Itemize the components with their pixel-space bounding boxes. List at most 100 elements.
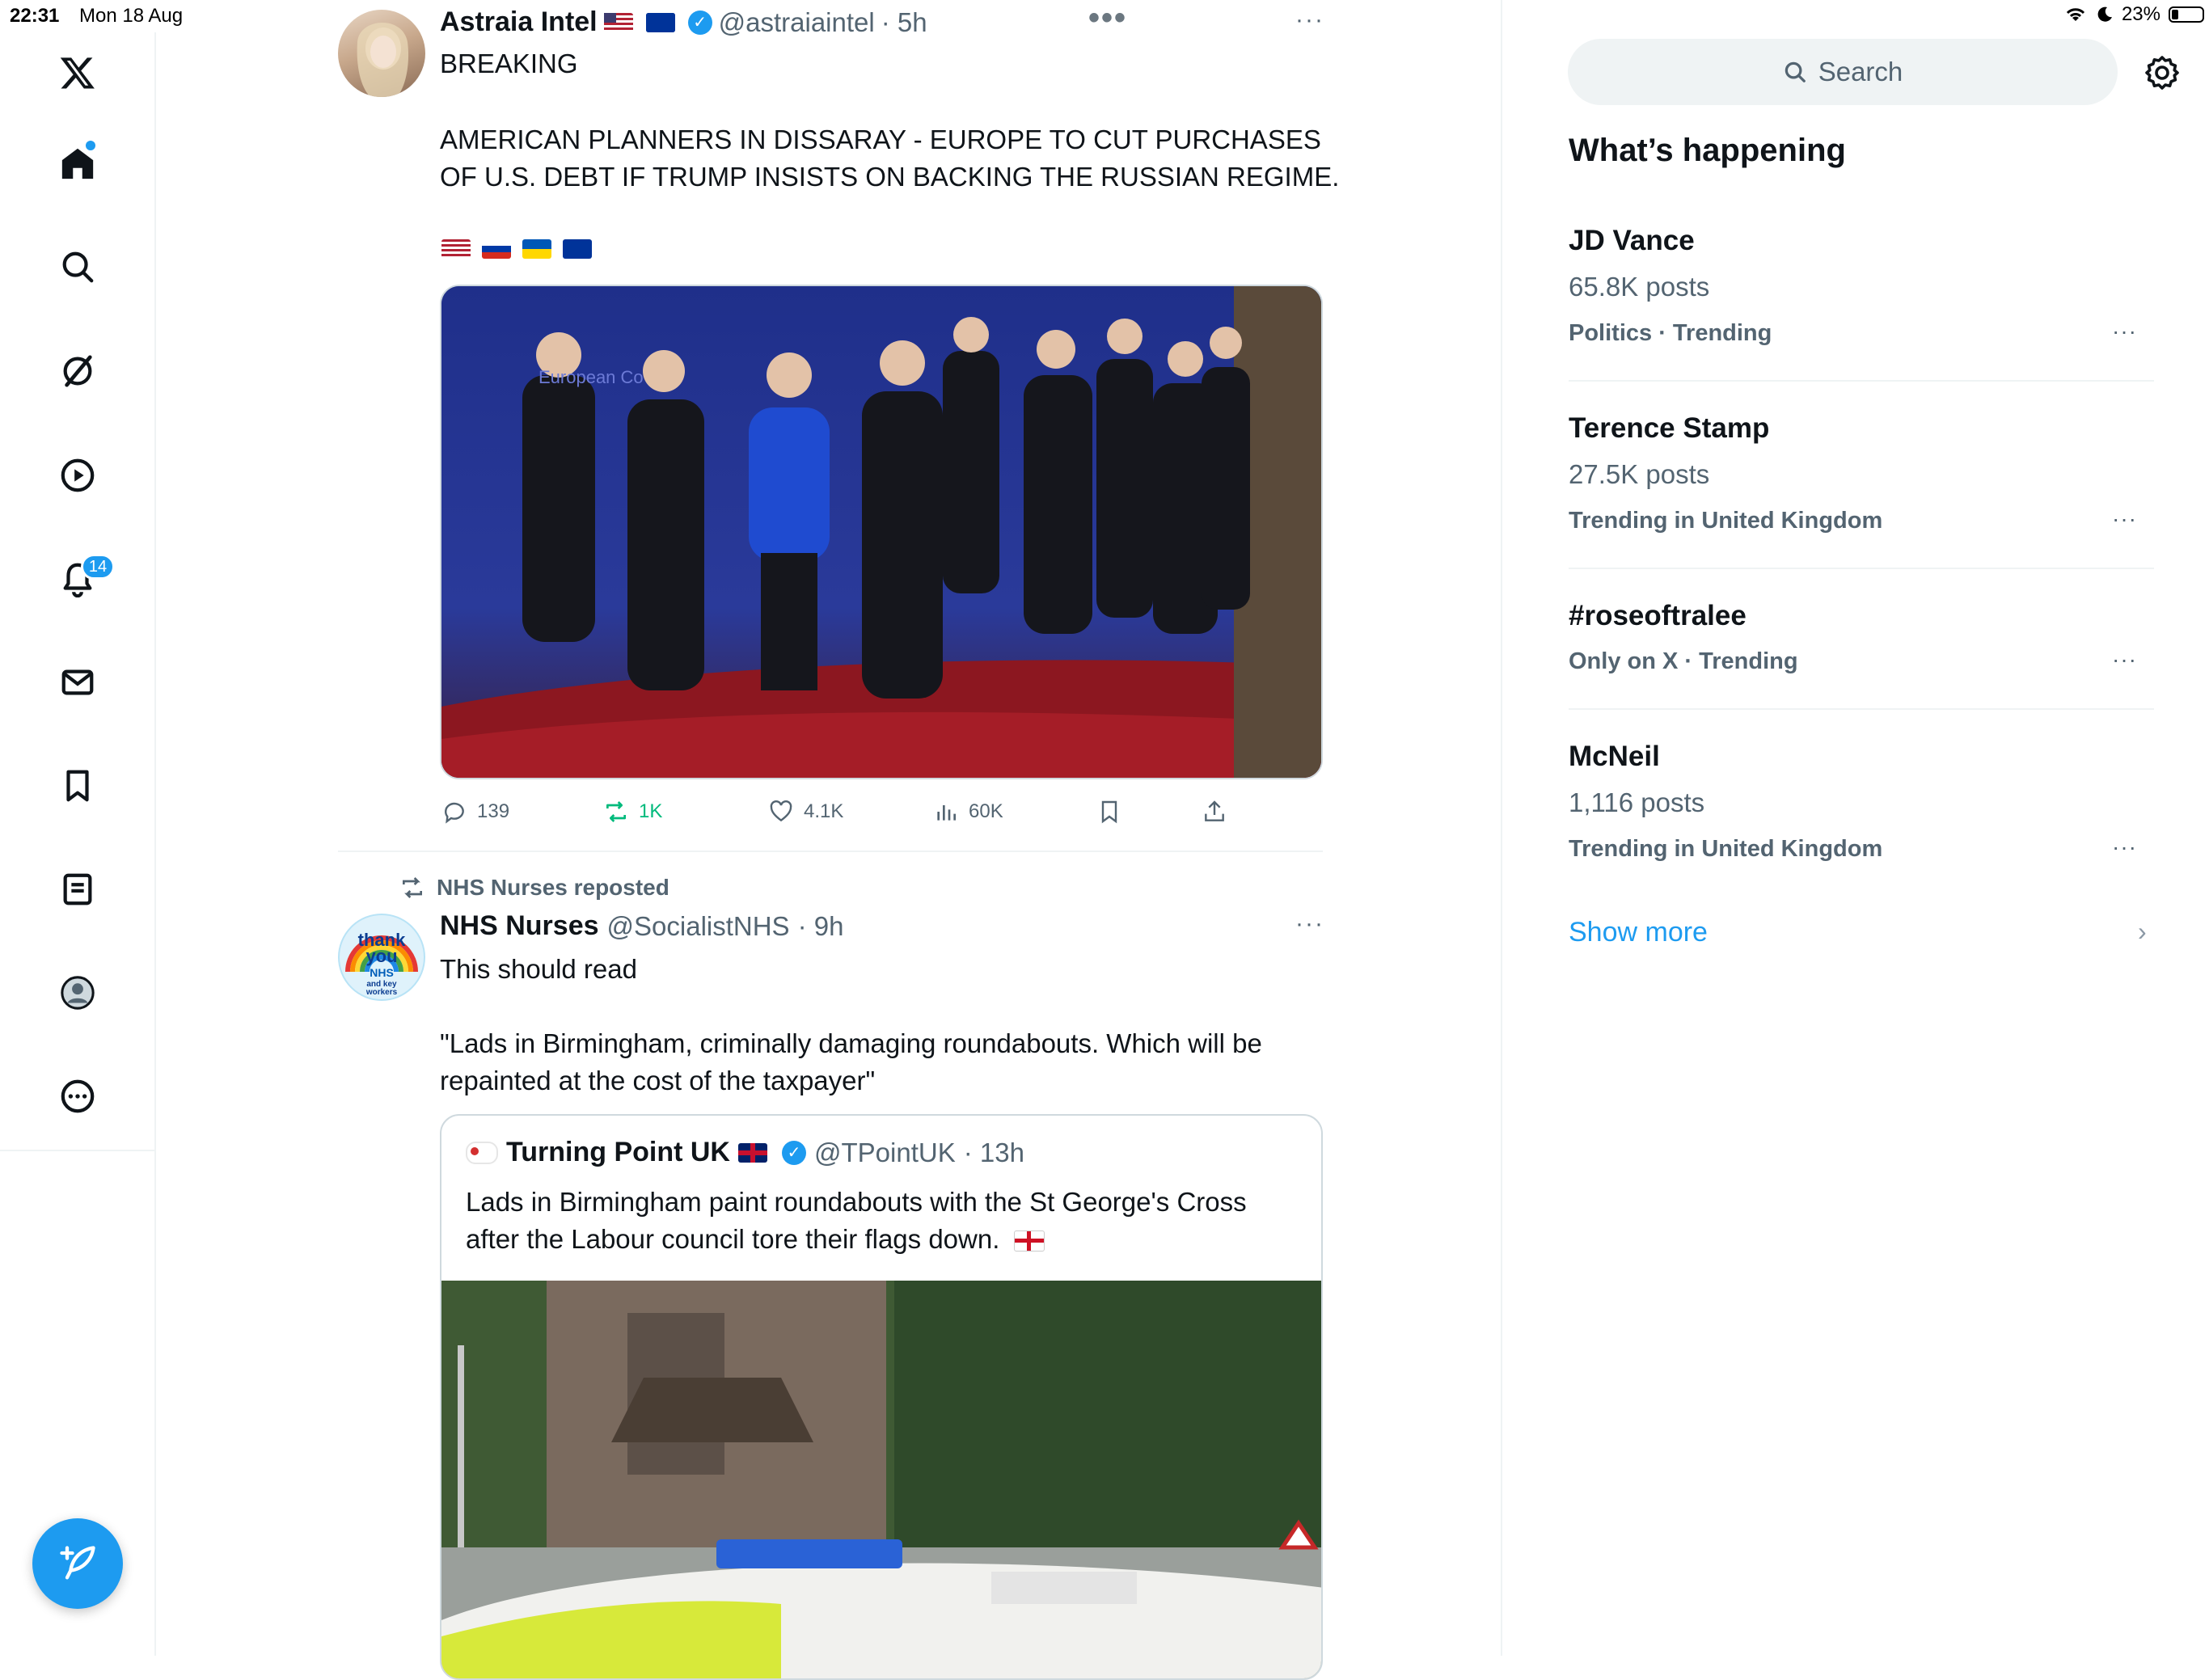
post-text-line: OF U.S. DEBT IF TRUMP INSISTS ON BACKING…	[440, 162, 1340, 192]
trend-item[interactable]: JD Vance 65.8K posts Politics · Trending	[1569, 225, 2154, 370]
quoted-author-name[interactable]: Turning Point UK	[506, 1137, 730, 1168]
trend-meta: Politics · Trending	[1569, 320, 1772, 346]
russia-flag-icon	[482, 239, 511, 259]
moon-icon	[2097, 6, 2112, 22]
search-input[interactable]: Search	[1568, 39, 2118, 105]
search-icon	[1785, 61, 1806, 82]
trend-divider	[1569, 380, 2154, 382]
settings-gear-icon[interactable]	[2143, 53, 2182, 92]
author-name[interactable]: NHS Nurses	[440, 910, 599, 942]
compose-button[interactable]	[32, 1518, 123, 1609]
trend-title: #roseoftralee	[1569, 600, 1747, 631]
trend-title: Terence Stamp	[1569, 412, 1770, 444]
views-button[interactable]: 60K	[933, 799, 1003, 825]
quoted-post[interactable]: Turning Point UK ✓ @TPointUK · 13h Lads …	[440, 1114, 1323, 1680]
heart-icon	[770, 800, 792, 822]
us-flag-icon	[603, 12, 633, 32]
verified-badge-icon: ✓	[781, 1140, 806, 1165]
repost-label: NHS Nurses reposted	[437, 875, 669, 900]
quoted-post-header: Turning Point UK ✓ @TPointUK · 13h	[466, 1137, 1024, 1168]
status-date: Mon 18 Aug	[79, 5, 184, 27]
uk-flag-icon	[737, 1142, 767, 1163]
reply-icon	[445, 802, 464, 824]
post-image[interactable]: European Co	[440, 285, 1323, 779]
us-flag-icon	[441, 239, 471, 259]
search-icon[interactable]	[52, 241, 103, 293]
post-time[interactable]: · 5h	[881, 7, 927, 38]
trend-divider	[1569, 708, 2154, 710]
compose-icon	[60, 1546, 95, 1580]
trend-item[interactable]: McNeil 1,116 posts Trending in United Ki…	[1569, 741, 2154, 886]
x-logo-icon[interactable]	[52, 47, 103, 99]
grok-icon[interactable]	[52, 345, 103, 397]
avatar[interactable]: thank you NHS and key workers	[338, 914, 425, 1001]
quoted-text-line: after the Labour council tore their flag…	[466, 1221, 1051, 1258]
more-icon[interactable]: •••	[1088, 0, 1127, 36]
more-icon[interactable]	[52, 1070, 103, 1122]
lists-icon[interactable]	[52, 863, 103, 915]
quoted-video[interactable]	[441, 1281, 1321, 1678]
ukraine-flag-icon	[522, 239, 551, 259]
reply-count: 139	[477, 800, 510, 822]
post-header: NHS Nurses @SocialistNHS · 9h	[440, 910, 843, 942]
trend-count: 27.5K posts	[1569, 459, 1710, 489]
like-button[interactable]: 4.1K	[768, 799, 843, 825]
author-handle[interactable]: @astraiaintel	[719, 7, 875, 38]
quoted-author-handle[interactable]: @TPointUK	[814, 1138, 956, 1168]
trend-more-icon[interactable]: ···	[2112, 647, 2137, 673]
bookmark-button[interactable]	[1096, 799, 1122, 825]
quoted-post-time[interactable]: · 13h	[964, 1138, 1024, 1168]
home-icon[interactable]	[52, 137, 103, 189]
trend-more-icon[interactable]: ···	[2112, 319, 2137, 344]
verified-badge-icon: ✓	[687, 10, 712, 35]
trend-more-icon[interactable]: ···	[2112, 834, 2137, 860]
repost-button[interactable]: 1K	[603, 799, 662, 825]
views-icon	[937, 805, 956, 821]
eu-flag-icon	[563, 239, 592, 259]
video-icon[interactable]	[52, 450, 103, 501]
trend-meta: Trending in United Kingdom	[1569, 836, 1883, 862]
trend-item[interactable]: #roseoftralee Only on X · Trending	[1569, 600, 2154, 697]
trend-item[interactable]: Terence Stamp 27.5K posts Trending in Un…	[1569, 412, 2154, 558]
view-count: 60K	[969, 800, 1003, 822]
post-flags	[441, 239, 598, 259]
show-more-link[interactable]: Show more	[1569, 917, 1708, 948]
post-text-line: "Lads in Birmingham, criminally damaging…	[440, 1028, 1262, 1058]
messages-icon[interactable]	[52, 656, 103, 708]
share-button[interactable]	[1202, 799, 1227, 825]
repost-context[interactable]: NHS Nurses reposted	[399, 875, 669, 901]
post-more-icon[interactable]: ···	[1295, 910, 1324, 938]
share-icon	[1205, 800, 1224, 821]
status-right: 23%	[2063, 3, 2204, 26]
trend-meta: Only on X · Trending	[1569, 648, 1798, 674]
post-text-line: BREAKING	[440, 49, 578, 78]
trend-title: McNeil	[1569, 741, 1660, 772]
profile-icon[interactable]	[52, 967, 103, 1019]
feed-border	[1501, 0, 1502, 1656]
post-time[interactable]: · 9h	[798, 911, 844, 942]
author-handle[interactable]: @SocialistNHS	[607, 911, 790, 942]
bookmarks-icon[interactable]	[52, 760, 103, 812]
post-text-line: This should read	[440, 954, 637, 984]
quoted-text-line: Lads in Birmingham paint roundabouts wit…	[466, 1187, 1247, 1217]
trend-title: JD Vance	[1569, 225, 1695, 256]
repost-count: 1K	[639, 800, 663, 822]
svg-text:European Co: European Co	[539, 367, 644, 387]
like-count: 4.1K	[804, 800, 844, 822]
battery-icon	[2169, 6, 2204, 23]
author-name[interactable]: Astraia Intel	[440, 6, 598, 38]
avatar[interactable]	[338, 10, 425, 97]
reply-button[interactable]: 139	[441, 799, 509, 825]
search-placeholder: Search	[1818, 57, 1903, 87]
post-more-icon[interactable]: ···	[1295, 6, 1324, 34]
left-nav-divider	[154, 1151, 156, 1656]
post-text-line: repainted at the cost of the taxpayer"	[440, 1066, 876, 1095]
trend-more-icon[interactable]: ···	[2112, 506, 2137, 532]
battery-level-fill	[2172, 10, 2178, 19]
chevron-right-icon: ›	[2138, 917, 2147, 946]
post-text-line: AMERICAN PLANNERS IN DISSARAY - EUROPE T…	[440, 125, 1321, 154]
tpuk-logo-icon	[466, 1141, 498, 1164]
notifications-badge: 14	[81, 554, 115, 580]
quoted-text: after the Labour council tore their flag…	[466, 1224, 1000, 1254]
avatar-text: NHS	[370, 966, 394, 979]
